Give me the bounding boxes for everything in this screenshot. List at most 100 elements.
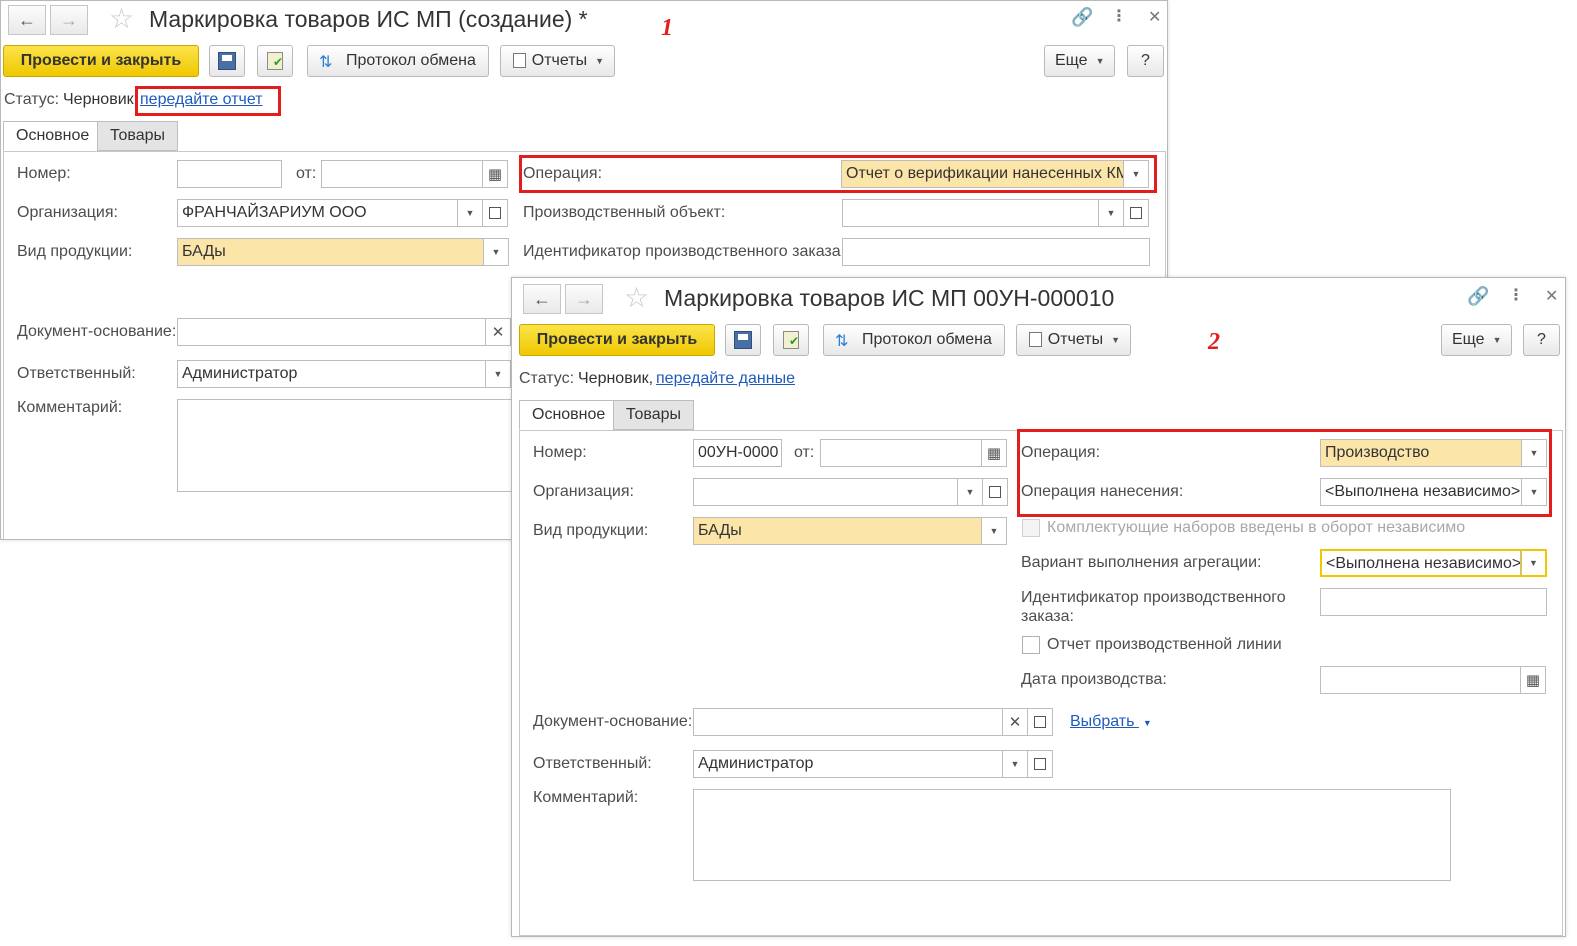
responsible-label: Ответственный: — [533, 755, 652, 772]
prod-object-label: Производственный объект: — [523, 204, 726, 221]
kits-checkbox[interactable] — [1022, 519, 1040, 537]
calendar-icon[interactable]: ▦ — [482, 160, 508, 188]
org-open-icon[interactable] — [482, 199, 508, 227]
back-button[interactable]: ← — [8, 5, 46, 35]
tab-goods[interactable]: Товары — [97, 121, 179, 151]
marker-label: 1 — [661, 15, 673, 41]
org-label: Организация: — [17, 204, 118, 221]
comment-label: Комментарий: — [533, 789, 639, 806]
status-label: Статус: — [4, 91, 60, 108]
close-icon[interactable]: ✕ — [1148, 7, 1161, 27]
base-doc-field[interactable] — [693, 708, 1003, 736]
choose-link-label: Выбрать — [1070, 713, 1135, 730]
calendar-icon[interactable]: ▦ — [1520, 666, 1546, 694]
comment-field[interactable] — [177, 399, 517, 492]
post-close-button[interactable]: Провести и закрыть — [3, 45, 199, 77]
clear-icon[interactable]: ✕ — [1002, 708, 1028, 736]
exchange-protocol-button[interactable]: ⇅ Протокол обмена — [823, 324, 1005, 356]
prod-date-field[interactable] — [1320, 666, 1521, 694]
prod-object-field[interactable] — [842, 199, 1099, 227]
link-icon[interactable]: 🔗 — [1071, 7, 1093, 28]
post-document-icon: ✔ — [267, 52, 283, 70]
status-link[interactable]: передайте данные — [656, 370, 795, 388]
number-label: Номер: — [17, 165, 71, 182]
kits-label: Комплектующие наборов введены в оборот н… — [1047, 519, 1466, 536]
favorite-star-icon[interactable]: ☆ — [109, 5, 134, 33]
tab-main[interactable]: Основное — [519, 400, 619, 430]
org-open-icon[interactable] — [982, 478, 1008, 506]
base-doc-field[interactable] — [177, 318, 486, 346]
status-value: Черновик, — [63, 91, 139, 108]
date-field[interactable] — [321, 160, 483, 188]
reports-icon — [1027, 331, 1042, 349]
more-button[interactable]: Еще ▼ — [1441, 324, 1512, 356]
favorite-star-icon[interactable]: ☆ — [624, 284, 649, 312]
prod-object-dropdown-icon[interactable]: ▼ — [1098, 199, 1124, 227]
highlight-operation — [1017, 429, 1552, 517]
more-vertical-icon[interactable]: ⋮ — [1111, 6, 1127, 26]
post-button[interactable]: ✔ — [257, 45, 293, 77]
post-document-icon: ✔ — [783, 331, 799, 349]
date-field[interactable] — [820, 439, 982, 467]
base-doc-open-icon[interactable] — [1027, 708, 1053, 736]
clear-icon[interactable]: ✕ — [485, 318, 511, 346]
product-kind-dropdown-icon[interactable]: ▼ — [483, 238, 509, 266]
line-report-checkbox[interactable] — [1022, 636, 1040, 654]
save-button[interactable] — [725, 324, 761, 356]
product-kind-field[interactable]: БАДы — [177, 238, 484, 266]
responsible-dropdown-icon[interactable]: ▼ — [485, 360, 511, 388]
exchange-protocol-label: Протокол обмена — [862, 331, 992, 348]
product-kind-dropdown-icon[interactable]: ▼ — [981, 517, 1007, 545]
status-label: Статус: — [519, 370, 575, 387]
product-kind-field[interactable]: БАДы — [693, 517, 982, 545]
responsible-field[interactable]: Администратор — [693, 750, 1003, 778]
tab-goods[interactable]: Товары — [613, 400, 695, 430]
responsible-open-icon[interactable] — [1027, 750, 1053, 778]
aggregation-dropdown-icon[interactable]: ▼ — [1521, 549, 1547, 577]
prod-order-id-field[interactable] — [842, 238, 1150, 266]
reports-button[interactable]: Отчеты ▼ — [1016, 324, 1131, 356]
more-button[interactable]: Еще ▼ — [1044, 45, 1115, 77]
save-button[interactable] — [209, 45, 245, 77]
org-dropdown-icon[interactable]: ▼ — [957, 478, 983, 506]
reports-label: Отчеты — [1047, 331, 1104, 348]
highlight-status — [135, 86, 281, 116]
tab-main[interactable]: Основное — [3, 121, 103, 151]
comment-field[interactable] — [693, 789, 1451, 881]
chevron-down-icon: ▼ — [1142, 718, 1152, 728]
org-dropdown-icon[interactable]: ▼ — [457, 199, 483, 227]
aggregation-field[interactable]: <Выполнена независимо> — [1320, 549, 1522, 577]
prod-object-open-icon[interactable] — [1123, 199, 1149, 227]
forward-button[interactable]: → — [50, 5, 88, 35]
post-button[interactable]: ✔ — [773, 324, 809, 356]
reports-label: Отчеты — [531, 52, 588, 69]
responsible-field[interactable]: Администратор — [177, 360, 486, 388]
more-vertical-icon[interactable]: ⋮ — [1508, 285, 1524, 305]
reports-button[interactable]: Отчеты ▼ — [500, 45, 615, 77]
prod-order-id-label: Идентификатор производственного заказа: — [523, 243, 846, 260]
marker-label: 2 — [1208, 329, 1220, 355]
back-button[interactable]: ← — [523, 284, 561, 314]
responsible-dropdown-icon[interactable]: ▼ — [1002, 750, 1028, 778]
close-icon[interactable]: ✕ — [1545, 286, 1558, 306]
choose-link[interactable]: Выбрать ▼ — [1070, 713, 1152, 731]
forward-button[interactable]: → — [565, 284, 603, 314]
base-doc-label: Документ-основание: — [533, 713, 693, 730]
exchange-icon: ⇅ — [835, 333, 849, 350]
link-icon[interactable]: 🔗 — [1467, 286, 1489, 307]
calendar-icon[interactable]: ▦ — [981, 439, 1007, 467]
post-close-button[interactable]: Провести и закрыть — [519, 324, 715, 356]
line-report-label: Отчет производственной линии — [1047, 636, 1282, 653]
aggregation-label: Вариант выполнения агрегации: — [1021, 554, 1262, 571]
number-field[interactable]: 00УН-0000 — [693, 439, 782, 467]
org-field[interactable] — [693, 478, 958, 506]
chevron-down-icon: ▼ — [1095, 56, 1105, 66]
help-button[interactable]: ? — [1523, 324, 1560, 356]
more-label: Еще — [1452, 331, 1485, 348]
exchange-protocol-button[interactable]: ⇅ Протокол обмена — [307, 45, 489, 77]
help-button[interactable]: ? — [1127, 45, 1164, 77]
prod-order-id-field[interactable] — [1320, 588, 1547, 616]
window-title: Маркировка товаров ИС МП (создание) * — [149, 6, 588, 32]
org-field[interactable]: ФРАНЧАЙЗАРИУМ ООО — [177, 199, 458, 227]
number-field[interactable] — [177, 160, 282, 188]
